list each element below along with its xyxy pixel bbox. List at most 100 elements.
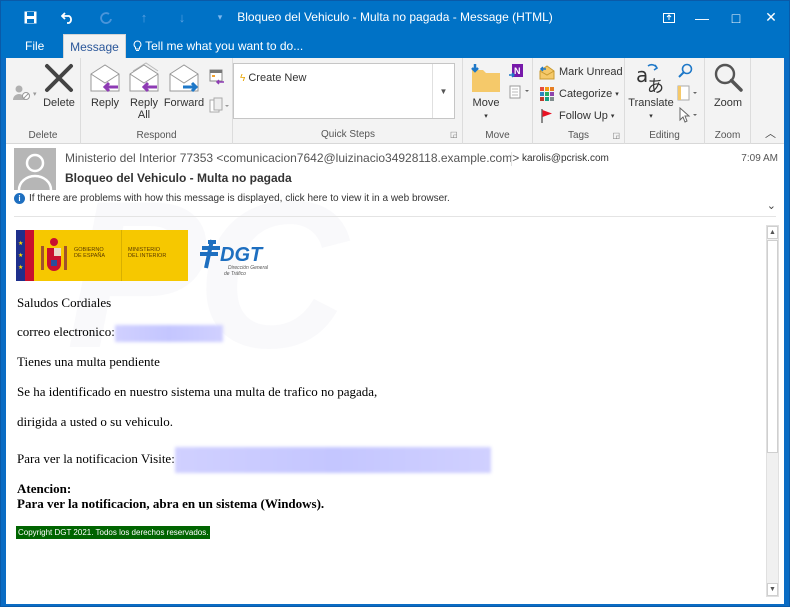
gobierno-text-2: DE ESPAÑA	[74, 253, 106, 259]
move-button[interactable]: Move ▾	[466, 61, 506, 123]
translate-icon: aあ	[627, 61, 675, 95]
onenote-button[interactable]: N	[509, 62, 525, 82]
tab-file[interactable]: File	[25, 34, 44, 58]
tab-message[interactable]: Message	[63, 34, 126, 58]
gobierno-espana-logo: ★ ★ ★ GOBIERNO DE ESPAÑA MINISTERIO DEL …	[16, 230, 188, 281]
quick-steps-more-icon[interactable]: ▼	[432, 64, 454, 118]
reading-pane: PC Ministerio del Interior 77353 <comuni…	[6, 144, 784, 604]
forward-label: Forward	[163, 97, 205, 109]
mark-unread-button[interactable]: Mark Unread	[539, 62, 623, 82]
vertical-scrollbar[interactable]: ▲ ▼	[766, 225, 779, 597]
redacted-link[interactable]	[174, 447, 491, 473]
tell-me-text: Tell me what you want to do...	[145, 39, 304, 53]
more-respond-icon	[209, 97, 229, 116]
forward-button[interactable]: Forward	[161, 61, 207, 109]
rules-icon	[509, 83, 529, 102]
respond-group-label: Respond	[136, 130, 177, 141]
scroll-down-icon[interactable]: ▼	[767, 583, 778, 596]
copyright-banner: Copyright DGT 2021. Todos los derechos r…	[16, 526, 211, 539]
redacted-email	[114, 324, 223, 342]
move-dropdown-icon: ▾	[484, 113, 488, 120]
zoom-group: Zoom Zoom	[705, 58, 751, 144]
message-body: ★ ★ ★ GOBIERNO DE ESPAÑA MINISTERIO DEL …	[16, 226, 761, 596]
reply-all-label-2: All	[137, 109, 151, 121]
tags-launcher-icon[interactable]: ◲	[612, 131, 620, 140]
minimize-button[interactable]: —	[685, 1, 719, 34]
quick-step-create-new[interactable]: ϟ Create New	[240, 72, 306, 84]
delete-group: ▾ Delete Delete	[6, 58, 81, 144]
recipient-address[interactable]: karolis@pcrisk.com	[511, 152, 609, 166]
rules-button[interactable]	[509, 82, 529, 102]
select-cursor-icon	[677, 106, 699, 126]
email-label: correo electronico:	[17, 324, 115, 339]
reply-button[interactable]: Reply	[85, 61, 125, 109]
header-divider	[14, 216, 776, 217]
select-button[interactable]	[677, 106, 699, 126]
greeting-text: Saludos Cordiales	[17, 295, 112, 310]
meeting-reply-button[interactable]	[209, 68, 225, 88]
visit-label: Para ver la notificacion Visite:	[17, 450, 175, 466]
quick-steps-label: Quick Steps	[321, 129, 375, 140]
info-icon: i	[14, 193, 25, 204]
ignore-button[interactable]: ▾	[11, 84, 37, 104]
more-respond-button[interactable]	[209, 96, 229, 116]
received-time: 7:09 AM	[741, 153, 778, 164]
reply-all-button[interactable]: Reply All	[124, 61, 164, 121]
delete-group-label: Delete	[28, 130, 58, 141]
move-group: Move ▾ N Move	[463, 58, 533, 144]
mark-unread-icon	[539, 64, 555, 80]
attention-heading: Atencion:	[17, 481, 72, 496]
scroll-up-icon[interactable]: ▲	[767, 226, 778, 239]
pending-fine-text: Tienes una multa pendiente	[17, 354, 160, 369]
forward-icon	[161, 61, 207, 95]
ignore-icon	[11, 84, 33, 105]
scrollbar-thumb[interactable]	[767, 240, 778, 453]
message-subject: Bloqueo del Vehiculo - Multa no pagada	[65, 171, 292, 185]
tell-me-search[interactable]: Tell me what you want to do...	[133, 34, 303, 58]
dgt-text: DGT	[220, 244, 264, 266]
magnifier-icon	[708, 61, 748, 95]
ribbon-display-options-icon[interactable]	[653, 1, 685, 34]
svg-text:あ: あ	[647, 77, 664, 94]
categorize-icon	[539, 86, 555, 102]
delete-button[interactable]: Delete	[39, 61, 79, 109]
ribbon-tabs: File Message Tell me what you want to do…	[1, 34, 789, 58]
translate-label: Translate	[628, 97, 674, 109]
follow-up-button[interactable]: Follow Up ▾	[539, 106, 614, 126]
find-button[interactable]	[677, 62, 693, 82]
coat-of-arms-icon	[34, 230, 74, 281]
maximize-button[interactable]: □	[719, 1, 753, 34]
categorize-button[interactable]: Categorize ▾	[539, 84, 619, 104]
translate-button[interactable]: aあ Translate ▾	[627, 61, 675, 123]
collapse-ribbon-icon[interactable]: ︿	[765, 125, 776, 141]
tags-group: Mark Unread Categorize ▾ Follow Up ▾ Tag…	[533, 58, 625, 144]
zoom-button[interactable]: Zoom	[708, 61, 748, 109]
translate-dropdown-icon: ▾	[649, 113, 653, 120]
lightbulb-icon	[133, 39, 145, 53]
expand-header-icon[interactable]: ⌄	[767, 199, 776, 212]
addressed-text: dirigida a usted o su vehiculo.	[17, 414, 173, 429]
close-button[interactable]: ✕	[753, 1, 789, 34]
identified-text: Se ha identificado en nuestro sistema un…	[17, 384, 378, 399]
zoom-label: Zoom	[713, 97, 743, 109]
editing-group: aあ Translate ▾ Editing	[625, 58, 705, 144]
flag-icon	[539, 108, 555, 124]
email-line: correo electronico:	[17, 324, 223, 342]
delete-x-icon	[39, 61, 79, 95]
related-button[interactable]	[677, 84, 699, 104]
reply-all-icon	[124, 61, 164, 95]
related-icon	[677, 85, 699, 104]
info-bar-text: If there are problems with how this mess…	[29, 193, 450, 204]
dgt-logo: DGT Dirección General de Tráfico	[198, 230, 278, 281]
info-bar[interactable]: i If there are problems with how this me…	[14, 193, 450, 204]
attention-text: Para ver la notificacion, abra en un sis…	[17, 496, 325, 511]
outlook-message-window: ↑ ↓ ▾ Bloqueo del Vehiculo - Multa no pa…	[0, 0, 790, 607]
quick-steps-gallery[interactable]: ϟ Create New ▼	[233, 63, 455, 119]
delete-label: Delete	[43, 97, 75, 109]
quick-steps-launcher-icon[interactable]: ◲	[450, 130, 458, 139]
eu-flag-stripe: ★ ★ ★	[16, 230, 25, 281]
categorize-dropdown-icon: ▾	[615, 91, 619, 98]
sender-avatar	[14, 148, 56, 190]
ministerio-text-2: DEL INTERIOR	[128, 253, 167, 259]
sender-address[interactable]: Ministerio del Interior 77353 <comunicac…	[65, 151, 519, 165]
